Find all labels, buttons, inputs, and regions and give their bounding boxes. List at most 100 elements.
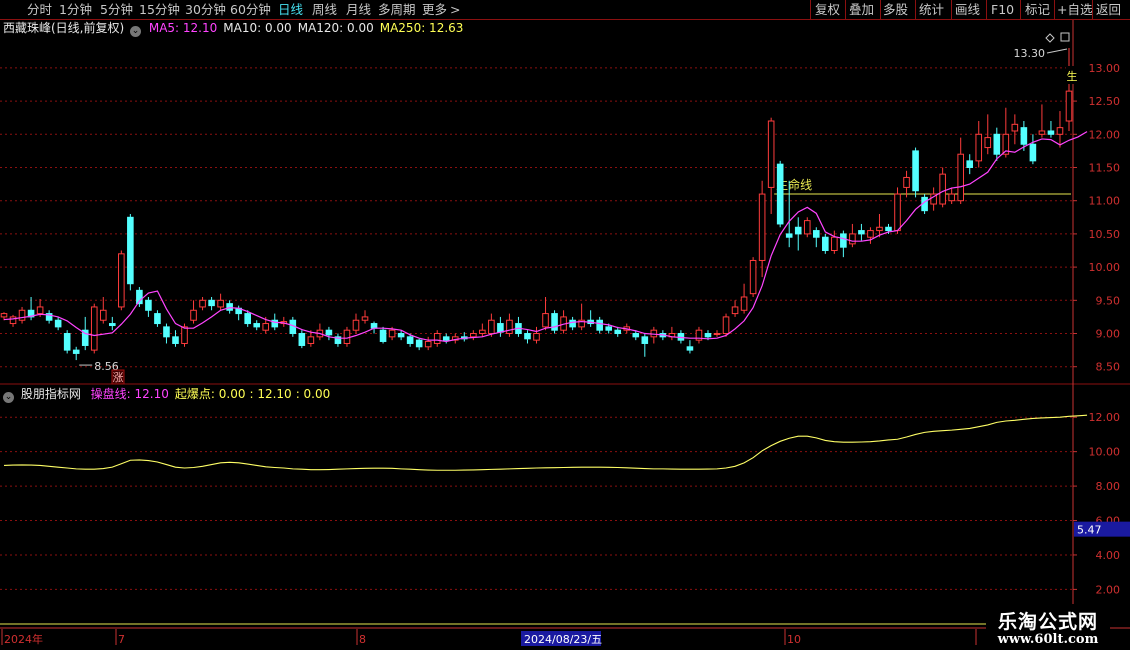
main-chart-header: 西藏珠峰(日线,前复权) ⌄ MA5: 12.10 MA10: 0.00 MA120… xyxy=(3,20,469,37)
candle-body-up xyxy=(749,259,757,295)
indicator-value: : 12.10 xyxy=(249,387,292,401)
indicator-name[interactable]: 股朋指标网 xyxy=(21,387,81,401)
candle-body-down xyxy=(109,323,116,327)
indicator-value: : 0.00 xyxy=(295,387,331,401)
indicator-tick-label: 10.00 xyxy=(1089,446,1121,459)
indicator-header: ⌄ 股朋指标网 操盘线: 12.10 起爆点: 0.00: 12.10: 0.00 xyxy=(3,386,331,403)
candle-body-down xyxy=(776,163,784,225)
candle-body-down xyxy=(497,323,504,333)
candle-body-down xyxy=(596,319,603,331)
ma-value: MA120: 0.00 xyxy=(297,21,374,35)
candle-body-down xyxy=(244,313,251,325)
candle-body-down xyxy=(822,236,829,252)
watermark-line2: www.60lt.com xyxy=(997,632,1099,647)
price-tick-label: 11.50 xyxy=(1089,161,1121,174)
price-tick-label: 13.00 xyxy=(1089,62,1121,75)
candle-body-down xyxy=(442,336,450,341)
candle-body-down xyxy=(145,299,152,311)
candle-body-down xyxy=(524,333,531,340)
candle-body-up xyxy=(361,316,369,321)
candle-body-down xyxy=(54,319,62,328)
candle-body-down xyxy=(605,326,613,331)
candle-body-up xyxy=(424,340,432,348)
candle-body-up xyxy=(767,120,775,188)
candle-body-down xyxy=(172,336,179,344)
candle-body-up xyxy=(488,319,495,335)
price-tick-label: 11.00 xyxy=(1089,195,1121,208)
candle-body-up xyxy=(758,193,766,261)
candle-body-up xyxy=(894,193,901,232)
settings-circle-icon[interactable]: ⌄ xyxy=(3,392,14,403)
candle-body-up xyxy=(542,313,549,328)
candle-body-up xyxy=(18,309,26,321)
stock-title[interactable]: 西藏珠峰(日线,前复权) xyxy=(3,21,124,35)
watermark-line1: 乐淘公式网 xyxy=(997,611,1098,633)
candle-body-down xyxy=(885,226,892,232)
candle-body-up xyxy=(831,236,838,252)
candle-body-up xyxy=(948,193,955,202)
candle-body-up xyxy=(99,309,107,321)
candle-body-down xyxy=(253,323,261,328)
price-tick-label: 9.50 xyxy=(1096,294,1121,307)
watermark: 乐淘公式网 www.60lt.com xyxy=(986,604,1110,650)
candle-body-down xyxy=(370,323,378,329)
candle-body-down xyxy=(641,336,649,344)
candle-body-down xyxy=(163,326,170,338)
candle-body-up xyxy=(506,319,513,335)
candle-body-down xyxy=(208,299,215,307)
candle-body-up xyxy=(849,233,856,245)
candle-body-down xyxy=(812,230,820,238)
candle-body-up xyxy=(1065,90,1073,122)
candle-body-down xyxy=(379,329,387,342)
candle-body-up xyxy=(984,137,992,149)
candle-body-up xyxy=(713,333,721,336)
candle-body-up xyxy=(939,173,946,205)
ma-value: MA250: 12.63 xyxy=(379,21,464,35)
candle-body-down xyxy=(226,303,233,311)
indicator-value: 起爆点: 0.00 xyxy=(174,387,246,401)
candle-body-up xyxy=(181,326,188,344)
diamond-icon xyxy=(1045,33,1055,43)
candle-body-up xyxy=(903,176,910,188)
candle-body-up xyxy=(0,313,8,318)
date-axis-label: 10 xyxy=(787,633,801,646)
candle-body-down xyxy=(325,329,333,336)
candle-body-down xyxy=(569,319,576,328)
candle-body-down xyxy=(1020,127,1028,145)
candle-body-up xyxy=(867,230,874,238)
ma-value: MA5: 12.10 xyxy=(148,21,218,35)
candle-body-up xyxy=(1038,130,1046,135)
candle-body-up xyxy=(352,319,360,331)
indicator-tick-label: 2.00 xyxy=(1096,583,1121,596)
candle-body-up xyxy=(470,333,477,338)
candle-body-down xyxy=(785,233,793,238)
candle-body-up xyxy=(9,316,17,325)
square-icon xyxy=(1060,32,1070,42)
candle-body-down xyxy=(840,233,847,248)
settings-circle-icon[interactable]: ⌄ xyxy=(130,26,142,37)
candle-body-up xyxy=(217,299,224,308)
candle-body-up xyxy=(533,333,540,341)
cursor-date-label: 2024/08/23/五 xyxy=(524,633,602,646)
sheng-mark: 生 xyxy=(1067,69,1078,83)
candle-body-up xyxy=(199,299,206,308)
candle-body-down xyxy=(794,226,802,235)
candle-body-up xyxy=(957,153,964,202)
high-pointer-line xyxy=(1046,48,1068,54)
ma-value: MA10: 0.00 xyxy=(223,21,292,35)
date-axis-label: 7 xyxy=(118,633,125,646)
candle-body-up xyxy=(343,329,351,344)
price-tick-label: 12.00 xyxy=(1089,128,1121,141)
price-tick-label: 8.50 xyxy=(1096,361,1121,374)
candle-body-down xyxy=(912,150,919,192)
candle-body-down xyxy=(993,133,1001,155)
date-axis-label: 8 xyxy=(359,633,366,646)
candle-body-down xyxy=(686,346,694,351)
price-tick-label: 12.50 xyxy=(1089,95,1121,108)
candle-body-up xyxy=(262,323,270,331)
candle-body-up xyxy=(118,253,125,308)
candle-body-up xyxy=(722,316,730,335)
candle-body-down xyxy=(1047,130,1055,135)
candle-body-up xyxy=(36,306,44,315)
candle-body-up xyxy=(90,306,98,351)
